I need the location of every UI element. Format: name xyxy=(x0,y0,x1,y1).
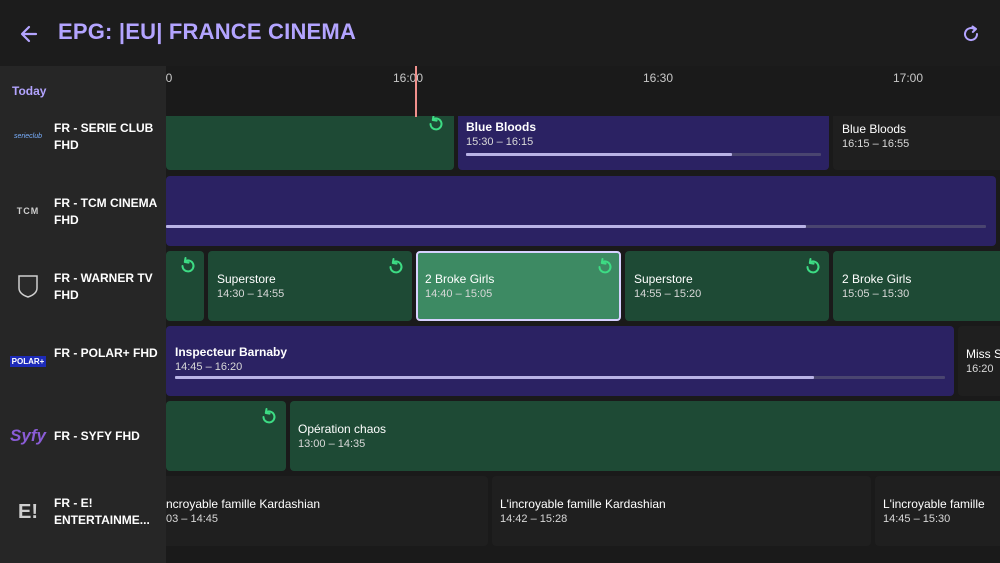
program-cell[interactable]: L'incroyable famille Kardashian 14:42 – … xyxy=(492,476,871,546)
program-cell[interactable] xyxy=(166,116,454,170)
channel-name: FR - SYFY FHD xyxy=(54,429,140,443)
program-cell[interactable]: ncroyable famille Kardashian 03 – 14:45 xyxy=(166,476,488,546)
program-progress-fill xyxy=(466,153,733,156)
program-cell[interactable]: Miss S 16:20 xyxy=(958,326,1000,396)
channel-serie-club[interactable]: serieclub FR - SERIE CLUB FHD xyxy=(0,111,166,185)
day-label: Today xyxy=(12,84,47,98)
refresh-button[interactable] xyxy=(958,21,984,47)
program-cell[interactable]: Opération chaos 13:00 – 14:35 xyxy=(290,401,1000,471)
program-progress xyxy=(166,225,986,228)
program-title: Superstore xyxy=(217,272,276,286)
program-progress xyxy=(175,376,945,379)
page-title: EPG: |EU| FRANCE CINEMA xyxy=(58,19,357,44)
channel-tcm-cinema[interactable]: TCM FR - TCM CINEMA FHD xyxy=(0,186,166,260)
channel-name: FR - TCM CINEMA FHD xyxy=(54,196,157,227)
channel-name: FR - SERIE CLUB FHD xyxy=(54,121,154,152)
program-title: ncroyable famille Kardashian xyxy=(166,497,321,511)
channel-name: FR - POLAR+ FHD xyxy=(54,346,158,360)
program-title: Superstore xyxy=(634,272,693,286)
program-title: Blue Bloods xyxy=(842,122,907,136)
program-progress-fill xyxy=(166,225,806,228)
program-cell-live[interactable] xyxy=(166,176,996,246)
time-tick: 16:30 xyxy=(642,71,674,85)
program-cell[interactable] xyxy=(166,401,286,471)
app-header: EPG: |EU| FRANCE CINEMA xyxy=(0,0,1000,66)
program-cell-live[interactable]: Inspecteur Barnaby 14:45 – 16:20 xyxy=(166,326,954,396)
replay-icon xyxy=(262,408,276,424)
time-tick: 16:00 xyxy=(392,71,424,85)
program-time: 15:05 – 15:30 xyxy=(842,288,910,300)
time-tick: 0 xyxy=(165,71,173,85)
program-title: 2 Broke Girls xyxy=(842,272,912,286)
program-cell[interactable]: L'incroyable famille 14:45 – 15:30 xyxy=(875,476,1000,546)
epg-grid[interactable]: Blue Bloods 15:30 – 16:15 Blue Bloods 16… xyxy=(166,116,1000,563)
program-time: 13:00 – 14:35 xyxy=(298,438,366,450)
channel-name: FR - E! ENTERTAINME... xyxy=(54,496,150,527)
replay-icon xyxy=(429,116,443,131)
program-title: Blue Bloods xyxy=(466,120,537,134)
back-button[interactable] xyxy=(16,21,42,47)
polar-plus-logo: POLAR+ xyxy=(9,355,47,367)
refresh-icon xyxy=(964,25,979,42)
channel-syfy[interactable]: Syfy FR - SYFY FHD xyxy=(0,411,166,485)
arrow-left-icon xyxy=(20,25,38,43)
program-title: Opération chaos xyxy=(298,422,387,436)
program-cell[interactable]: 2 Broke Girls 15:05 – 15:30 xyxy=(833,251,1000,321)
time-ruler: 0 16:00 16:30 17:00 xyxy=(166,66,1000,116)
program-title: Miss S xyxy=(966,347,1000,361)
replay-icon xyxy=(389,258,403,274)
program-time: 14:30 – 14:55 xyxy=(217,288,285,300)
program-time: 16:20 xyxy=(966,363,994,375)
replay-icon xyxy=(181,257,195,273)
program-time: 03 – 14:45 xyxy=(166,513,218,525)
syfy-logo: Syfy xyxy=(10,426,46,445)
replay-icon xyxy=(598,258,612,274)
warner-tv-logo xyxy=(8,271,48,301)
time-tick: 17:00 xyxy=(892,71,924,85)
program-time: 14:42 – 15:28 xyxy=(500,513,568,525)
program-time: 16:15 – 16:55 xyxy=(842,138,910,150)
program-cell-focused[interactable]: 2 Broke Girls 14:40 – 15:05 xyxy=(416,251,621,321)
serie-club-logo: serieclub xyxy=(13,132,42,140)
program-title: L'incroyable famille Kardashian xyxy=(500,497,666,511)
e-entertainment-logo: E! xyxy=(18,500,38,523)
channel-polar-plus[interactable]: POLAR+ FR - POLAR+ FHD xyxy=(0,336,166,410)
now-indicator xyxy=(415,66,417,117)
program-title: 2 Broke Girls xyxy=(425,272,495,286)
program-time: 14:45 – 15:30 xyxy=(883,513,951,525)
program-cell[interactable]: Superstore 14:55 – 15:20 xyxy=(625,251,829,321)
replay-icon xyxy=(806,258,820,274)
program-cell[interactable] xyxy=(166,251,204,321)
channel-e-entertainment[interactable]: E! FR - E! ENTERTAINME... xyxy=(0,486,166,560)
program-cell[interactable]: Blue Bloods 16:15 – 16:55 xyxy=(833,116,1000,170)
tcm-logo: TCM xyxy=(16,206,40,216)
program-progress xyxy=(466,153,821,156)
channel-sidebar: Today serieclub FR - SERIE CLUB FHD TCM … xyxy=(0,66,166,563)
channel-warner-tv[interactable]: FR - WARNER TV FHD xyxy=(0,261,166,335)
program-progress-fill xyxy=(175,376,815,379)
program-cell-live[interactable]: Blue Bloods 15:30 – 16:15 xyxy=(458,116,829,170)
program-time: 14:45 – 16:20 xyxy=(175,361,243,373)
program-title: L'incroyable famille xyxy=(883,497,985,511)
program-time: 14:40 – 15:05 xyxy=(425,288,493,300)
program-title: Inspecteur Barnaby xyxy=(175,345,288,359)
program-time: 15:30 – 16:15 xyxy=(466,136,534,148)
program-time: 14:55 – 15:20 xyxy=(634,288,702,300)
program-cell[interactable]: Superstore 14:30 – 14:55 xyxy=(208,251,412,321)
channel-name: FR - WARNER TV FHD xyxy=(54,271,153,302)
